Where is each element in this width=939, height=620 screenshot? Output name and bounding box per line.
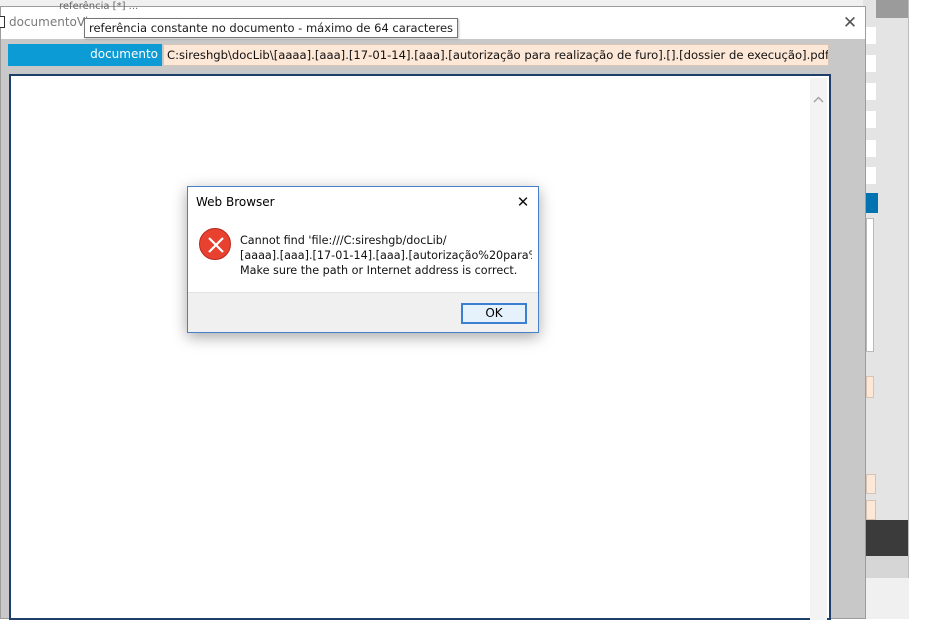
- hidden-label: referência [*] ...: [59, 1, 139, 12]
- background-field: [866, 167, 876, 184]
- web-browser-frame[interactable]: [9, 74, 831, 620]
- background-header: [876, 0, 909, 18]
- background-footer: [866, 556, 909, 578]
- background-field: [866, 500, 876, 520]
- web-browser-error-dialog: Web Browser ✕ Cannot find 'file:///C:sir…: [187, 186, 539, 333]
- background-field: [866, 376, 874, 398]
- background-field: [866, 83, 876, 100]
- window-icon: [0, 16, 5, 28]
- background-field: [866, 140, 876, 157]
- ok-button[interactable]: OK: [461, 303, 527, 324]
- dialog-title: Web Browser: [196, 195, 275, 209]
- message-line: Cannot find 'file:///C:sireshgb/docLib/: [240, 234, 447, 247]
- dialog-footer: OK: [188, 292, 538, 332]
- document-path-field[interactable]: C:sireshgb\docLib\[aaaa].[aaa].[17-01-14…: [163, 44, 829, 66]
- background-scrollbar: [866, 218, 874, 352]
- background-field: [866, 111, 876, 128]
- error-icon: [199, 228, 231, 260]
- vertical-scrollbar[interactable]: [810, 78, 827, 620]
- background-field: [866, 27, 876, 44]
- viewer-title: documentoVie: [9, 15, 96, 29]
- desktop-area: [909, 0, 939, 619]
- background-field: [866, 55, 876, 72]
- document-label: documento: [8, 44, 162, 66]
- background-accent-bar: [866, 193, 878, 213]
- dialog-message: Cannot find 'file:///C:sireshgb/docLib/ …: [240, 233, 532, 278]
- field-tooltip: referência constante no documento - máxi…: [84, 18, 459, 38]
- background-field: [866, 474, 876, 494]
- background-dark-panel: [866, 520, 909, 556]
- close-icon[interactable]: ✕: [510, 191, 536, 213]
- close-icon[interactable]: ✕: [837, 10, 863, 36]
- chevron-up-icon[interactable]: [810, 92, 827, 106]
- message-line: [aaaa].[aaa].[17-01-14].[aaa].[autorizaç…: [240, 249, 532, 262]
- message-line: Make sure the path or Internet address i…: [240, 264, 518, 277]
